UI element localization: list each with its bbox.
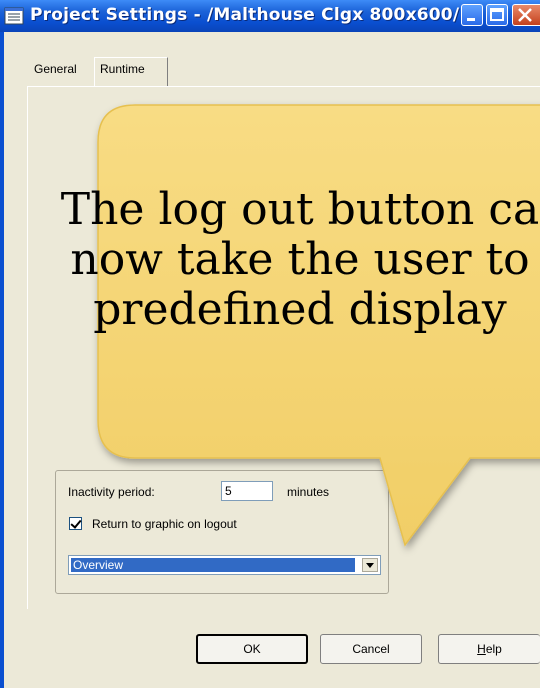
graphic-select-value: Overview — [71, 558, 355, 572]
window-frame-left — [0, 32, 4, 688]
callout-line-3: predefined display — [93, 284, 507, 335]
close-button[interactable] — [512, 4, 540, 26]
close-icon — [518, 8, 532, 22]
tab-runtime[interactable]: Runtime — [94, 57, 168, 87]
maximize-button[interactable] — [486, 4, 508, 26]
graphic-select[interactable]: Overview — [68, 555, 381, 575]
minimize-icon — [467, 18, 475, 21]
tab-general[interactable]: General — [34, 62, 77, 76]
return-to-graphic-label[interactable]: Return to graphic on logout — [92, 517, 237, 531]
help-button[interactable]: Help — [438, 634, 540, 664]
chevron-down-icon[interactable] — [362, 558, 378, 572]
callout-line-1: The log out button ca — [60, 184, 540, 235]
tab-runtime-label: Runtime — [100, 62, 145, 76]
callout-line-2: now take the user to — [70, 234, 530, 285]
help-label-rest: elp — [485, 642, 502, 656]
minimize-button[interactable] — [461, 4, 483, 26]
help-mnemonic: H — [477, 642, 486, 656]
inactivity-period-label: Inactivity period: — [68, 485, 155, 499]
maximize-icon — [490, 8, 504, 21]
cancel-button[interactable]: Cancel — [320, 634, 422, 664]
callout-text: The log out button ca now take the user … — [0, 185, 540, 335]
project-settings-window: Project Settings - /Malthouse Clgx 800x6… — [0, 0, 540, 688]
ok-button[interactable]: OK — [196, 634, 308, 664]
project-icon — [4, 7, 24, 25]
minutes-label: minutes — [287, 485, 330, 499]
return-to-graphic-checkbox[interactable] — [69, 517, 82, 530]
title-bar[interactable]: Project Settings - /Malthouse Clgx 800x6… — [0, 0, 540, 32]
inactivity-period-input[interactable]: 5 — [221, 481, 273, 501]
window-title: Project Settings - /Malthouse Clgx 800x6… — [30, 5, 460, 25]
